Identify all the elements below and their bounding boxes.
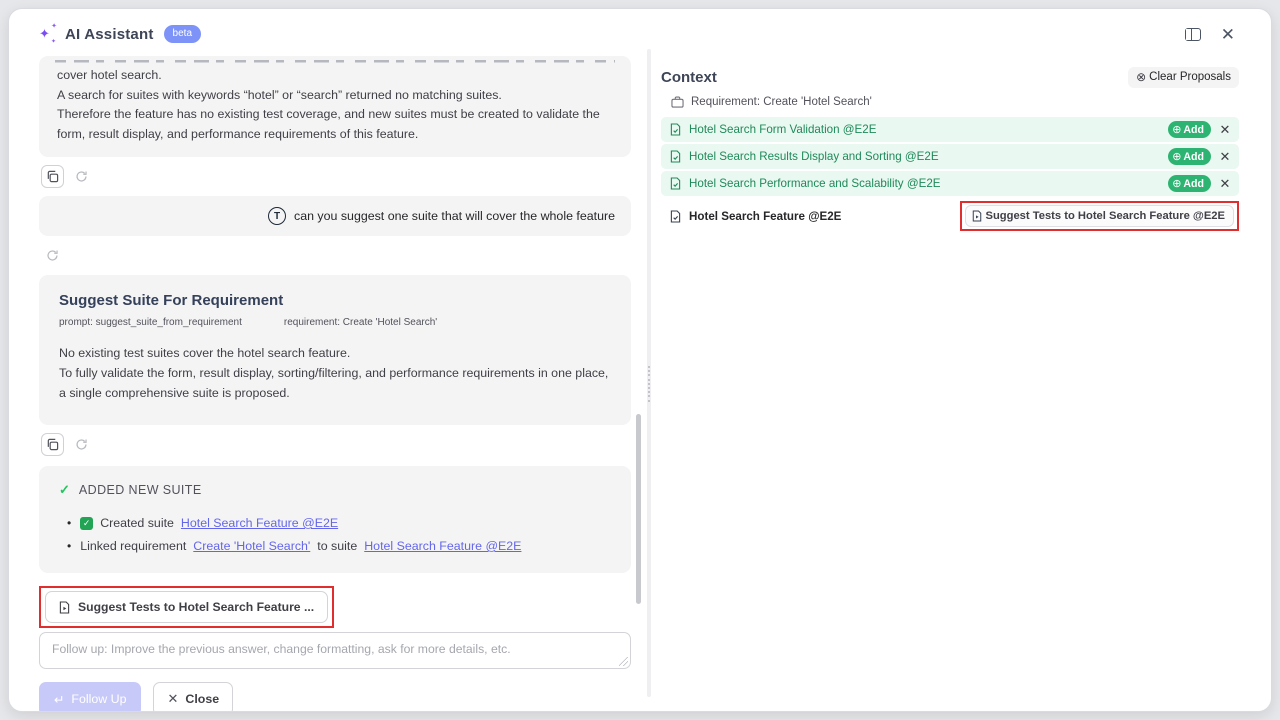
message-actions (41, 433, 631, 456)
add-proposal-button[interactable]: ⊕ Add (1168, 175, 1211, 192)
requirement-meta: requirement: Create 'Hotel Search' (284, 317, 437, 328)
tool-result-card: Suggest Suite For Requirement prompt: su… (39, 275, 631, 425)
chat-pane: cover hotel search. A search for suites … (39, 56, 631, 712)
divider-grip-icon[interactable] (648, 366, 650, 402)
chat-scrollbar[interactable] (636, 414, 641, 604)
add-proposal-button[interactable]: ⊕ Add (1168, 121, 1211, 138)
requirement-link[interactable]: Create 'Hotel Search' (193, 539, 310, 553)
plus-circle-icon: ⊕ (1172, 177, 1181, 190)
close-icon: ✕ (167, 691, 178, 707)
suite-label: Hotel Search Feature @E2E (689, 210, 841, 223)
dismiss-proposal-icon[interactable]: ✕ (1215, 174, 1235, 194)
clipped-text-line (55, 58, 615, 63)
proposal-list: Hotel Search Form Validation @E2E ⊕ Add … (661, 117, 1239, 196)
briefcase-icon (671, 96, 684, 108)
context-title: Context (661, 69, 717, 86)
suggest-tests-chip[interactable]: Suggest Tests to Hotel Search Feature ..… (45, 591, 328, 623)
regenerate-icon[interactable] (70, 433, 93, 456)
tool-card-title: Suggest Suite For Requirement (59, 292, 611, 309)
context-pane: Context ⊗ Clear Proposals Requirement: C… (661, 67, 1239, 231)
close-button[interactable]: ✕ Close (153, 682, 233, 712)
message-actions (41, 244, 631, 267)
ai-assistant-dialog: ✦✦✦ AI Assistant beta ✕ cover hotel sear… (8, 8, 1272, 712)
close-dialog-icon[interactable]: ✕ (1221, 26, 1235, 43)
suite-file-icon (670, 123, 681, 136)
suite-added-card: ✓ ADDED NEW SUITE • ✓ Created suite Hote… (39, 466, 631, 573)
plus-circle-icon: ⊕ (1172, 150, 1181, 163)
add-proposal-button[interactable]: ⊕ Add (1168, 148, 1211, 165)
dialog-title: AI Assistant (65, 26, 154, 43)
run-prompt-icon (972, 210, 982, 222)
success-check-icon: ✓ (59, 482, 70, 498)
suggest-tests-context-chip[interactable]: Suggest Tests to Hotel Search Feature @E… (965, 205, 1235, 227)
message-actions (41, 165, 631, 188)
prompt-meta: prompt: suggest_suite_from_requirement (59, 317, 242, 328)
user-message: T can you suggest one suite that will co… (39, 196, 631, 236)
clear-proposals-button[interactable]: ⊗ Clear Proposals (1128, 67, 1239, 88)
run-prompt-icon (59, 601, 70, 614)
proposal-row: Hotel Search Form Validation @E2E ⊕ Add … (661, 117, 1239, 142)
green-check-icon: ✓ (80, 517, 93, 530)
user-avatar: T (268, 207, 286, 225)
user-message-text: can you suggest one suite that will cove… (294, 209, 615, 223)
requirement-label: Requirement: Create 'Hotel Search' (691, 96, 872, 108)
tool-card-meta: prompt: suggest_suite_from_requirement r… (59, 317, 611, 328)
assistant-message: cover hotel search. A search for suites … (39, 56, 631, 157)
beta-badge: beta (164, 25, 201, 43)
dismiss-proposal-icon[interactable]: ✕ (1215, 147, 1235, 167)
annotation-box: Suggest Tests to Hotel Search Feature ..… (39, 586, 334, 628)
plus-circle-icon: ⊕ (1172, 123, 1181, 136)
annotation-box: Suggest Tests to Hotel Search Feature @E… (960, 201, 1240, 231)
copy-icon[interactable] (41, 165, 64, 188)
requirement-row: Requirement: Create 'Hotel Search' (671, 96, 1239, 108)
circle-x-icon: ⊗ (1136, 70, 1146, 84)
tool-card-body: No existing test suites cover the hotel … (59, 343, 611, 403)
enter-icon: ↵ (54, 692, 64, 707)
created-suite-item: • ✓ Created suite Hotel Search Feature @… (59, 516, 611, 530)
suite-link[interactable]: Hotel Search Feature @E2E (364, 539, 521, 553)
dismiss-proposal-icon[interactable]: ✕ (1215, 120, 1235, 140)
regenerate-icon[interactable] (70, 165, 93, 188)
suite-file-icon (670, 177, 681, 190)
follow-up-button[interactable]: ↵ Follow Up (39, 682, 141, 712)
proposal-row: Hotel Search Results Display and Sorting… (661, 144, 1239, 169)
copy-icon[interactable] (41, 433, 64, 456)
suite-file-icon (670, 210, 681, 223)
assistant-message-text: cover hotel search. A search for suites … (57, 66, 613, 144)
proposal-row: Hotel Search Performance and Scalability… (661, 171, 1239, 196)
followup-area (39, 632, 631, 669)
dialog-header: ✦✦✦ AI Assistant beta ✕ (9, 9, 1271, 59)
regenerate-icon[interactable] (41, 244, 64, 267)
sparkles-icon: ✦✦✦ (39, 25, 57, 43)
linked-requirement-item: • Linked requirement Create 'Hotel Searc… (59, 539, 611, 553)
status-label: ADDED NEW SUITE (79, 483, 202, 497)
suite-link[interactable]: Hotel Search Feature @E2E (181, 516, 338, 530)
suite-context-row: Hotel Search Feature @E2E Suggest Tests … (661, 201, 1239, 231)
toggle-panel-icon[interactable] (1185, 28, 1201, 41)
followup-input[interactable] (39, 632, 631, 669)
suite-file-icon (670, 150, 681, 163)
